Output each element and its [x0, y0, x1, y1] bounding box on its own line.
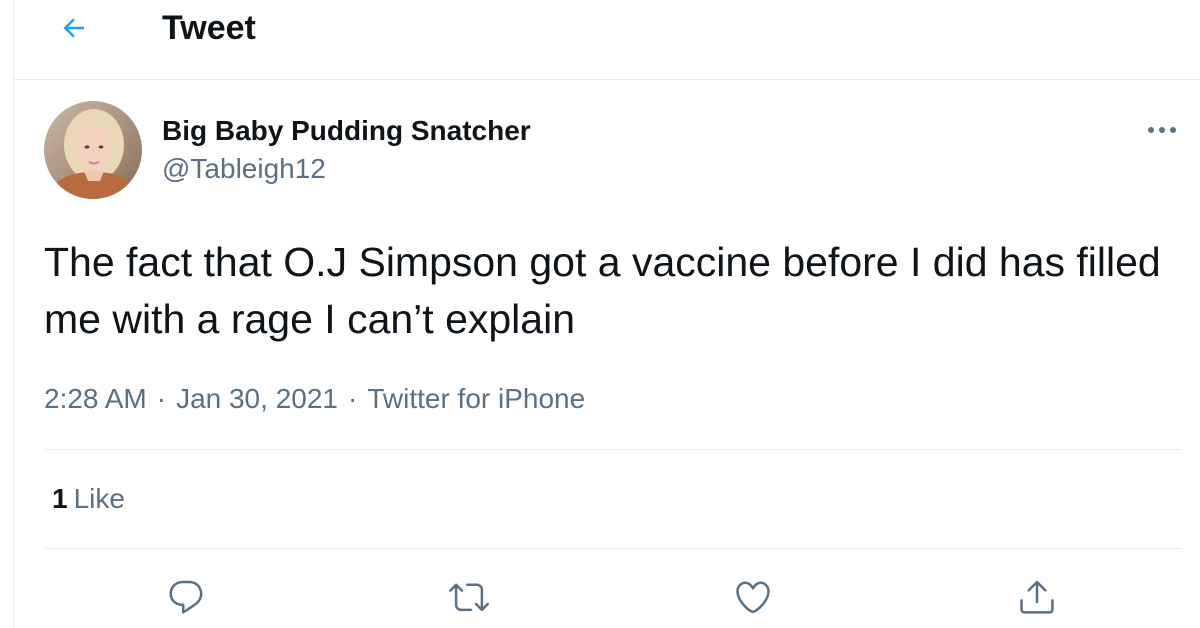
header-bar: Tweet: [14, 0, 1200, 80]
share-icon: [1020, 580, 1054, 614]
back-button[interactable]: [54, 8, 94, 48]
tweet-time[interactable]: 2:28 AM: [44, 383, 147, 414]
tweet-source[interactable]: Twitter for iPhone: [367, 383, 585, 414]
likes-count: 1: [52, 483, 68, 514]
share-button[interactable]: [1012, 572, 1062, 622]
retweet-button[interactable]: [444, 572, 494, 622]
retweet-icon: [449, 583, 489, 612]
meta-separator: ·: [347, 383, 358, 414]
profile-photo: [44, 101, 142, 199]
more-horizontal-icon: [1148, 127, 1176, 133]
page-title: Tweet: [162, 9, 256, 47]
author-display-name[interactable]: Big Baby Pudding Snatcher: [162, 114, 531, 148]
meta-separator: ·: [156, 383, 167, 414]
like-button[interactable]: [728, 572, 778, 622]
tweet-date[interactable]: Jan 30, 2021: [176, 383, 338, 414]
reply-button[interactable]: [161, 572, 211, 622]
arrow-left-icon: [63, 18, 84, 38]
divider: [44, 548, 1181, 549]
tweet-text: The fact that O.J Simpson got a vaccine …: [44, 239, 1161, 342]
avatar[interactable]: [44, 101, 142, 199]
more-options-button[interactable]: [1140, 112, 1184, 148]
likes-label: Like: [73, 483, 125, 514]
like-heart-icon: [736, 581, 770, 614]
likes-count-link[interactable]: 1 Like: [52, 482, 125, 516]
tweet-detail-panel: Tweet Big Baby Pudding Snatcher @Tableig…: [13, 0, 1200, 628]
divider: [44, 449, 1181, 450]
reply-icon: [169, 580, 203, 614]
author-handle[interactable]: @Tableigh12: [162, 152, 326, 186]
tweet-metadata: 2:28 AM · Jan 30, 2021 · Twitter for iPhone: [44, 382, 585, 416]
